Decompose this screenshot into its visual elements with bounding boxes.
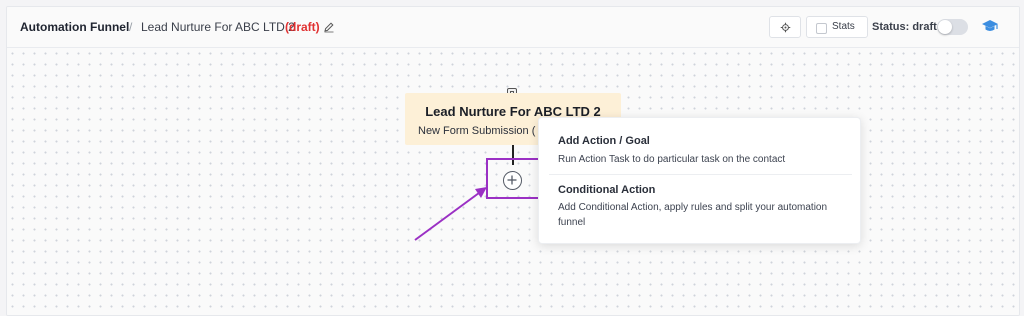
menu-divider <box>549 174 852 175</box>
add-action-menu: Add Action / Goal Run Action Task to do … <box>538 117 861 244</box>
menu-item-description: Run Action Task to do particular task on… <box>558 154 786 165</box>
menu-item-title: Conditional Action <box>558 184 656 196</box>
gear-icon <box>780 22 791 33</box>
stats-toggle-button[interactable]: Stats <box>806 16 868 38</box>
menu-item-title: Add Action / Goal <box>558 135 650 147</box>
stats-checkbox[interactable] <box>816 23 827 34</box>
add-step-button[interactable] <box>503 171 522 190</box>
pencil-icon[interactable] <box>323 20 335 33</box>
trigger-subtitle: New Form Submission ( <box>418 125 536 137</box>
settings-button[interactable] <box>769 16 801 38</box>
funnel-name[interactable]: Lead Nurture For ABC LTD 2 <box>141 20 295 34</box>
status-label: Status: draft <box>872 21 937 33</box>
menu-item-add-action-goal[interactable]: Add Action / Goal Run Action Task to do … <box>539 118 860 176</box>
status-toggle[interactable] <box>937 19 968 35</box>
plus-icon <box>507 175 517 185</box>
funnel-editor: Automation Funnel / Lead Nurture For ABC… <box>6 6 1020 316</box>
editor-header: Automation Funnel / Lead Nurture For ABC… <box>7 7 1019 48</box>
stats-label: Stats <box>832 21 855 32</box>
draft-badge: (draft) <box>285 20 320 34</box>
breadcrumb-separator: / <box>129 20 133 34</box>
graduation-cap-icon[interactable] <box>981 18 999 39</box>
page-title: Automation Funnel <box>20 20 130 34</box>
menu-item-description: Add Conditional Action, apply rules and … <box>558 202 828 228</box>
menu-item-conditional-action[interactable]: Conditional Action Add Conditional Actio… <box>539 176 860 243</box>
toggle-knob <box>938 20 952 34</box>
